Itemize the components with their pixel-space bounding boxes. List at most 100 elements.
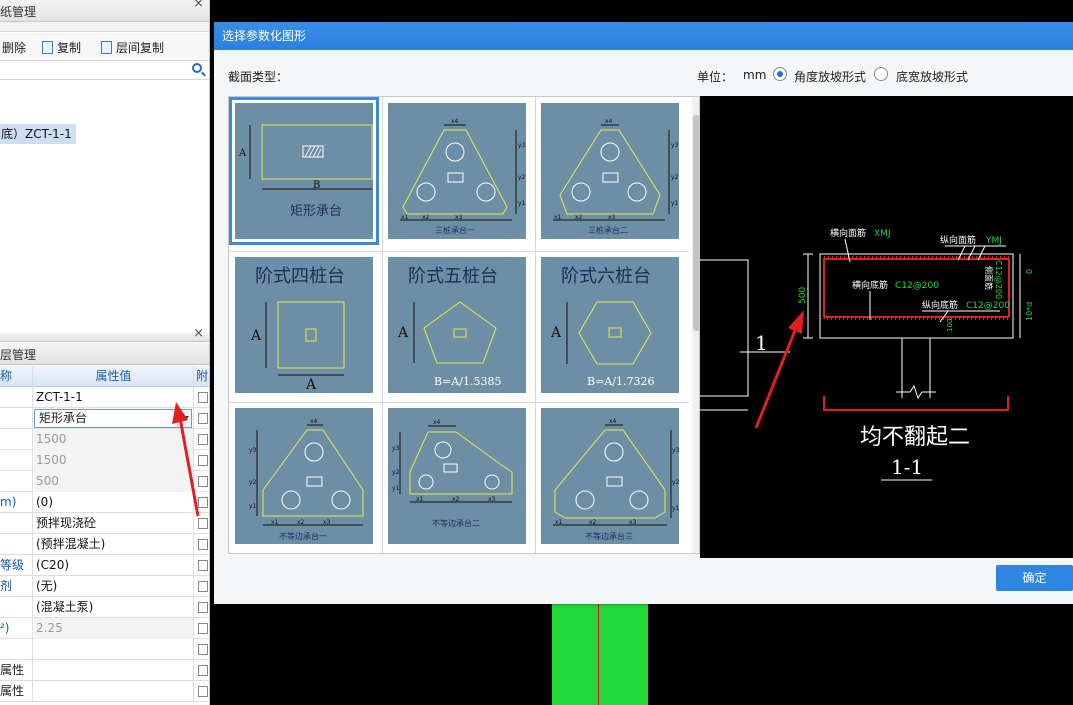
section-preview: 1 500 0 10*d 100 横向面筋 XMJ 纵向面筋 YMJ 横向底筋 …: [700, 96, 1073, 558]
checkbox[interactable]: [198, 665, 208, 676]
property-row[interactable]: ²) 2.25: [0, 618, 209, 639]
property-value[interactable]: 1500: [34, 450, 193, 471]
shape-unequal-3[interactable]: x4 y3 y2 y1 x1 x2 x3 不等边承台三: [535, 402, 685, 550]
property-extra: [193, 429, 209, 450]
property-row[interactable]: 等级 (C20): [0, 555, 209, 576]
property-value[interactable]: 1500: [34, 429, 193, 450]
shape-step-four-pile[interactable]: 阶式四桩台 A A: [229, 251, 379, 399]
property-grid-header: 称 属性值 附: [0, 366, 209, 387]
dim-x1: x1: [554, 214, 562, 221]
copy-button[interactable]: 复制: [42, 39, 81, 56]
dim-y1: y1: [671, 200, 679, 207]
checkbox[interactable]: [198, 539, 208, 550]
checkbox[interactable]: [198, 476, 208, 487]
checkbox[interactable]: [198, 518, 208, 529]
property-row[interactable]: 预拌现浇砼: [0, 513, 209, 534]
checkbox[interactable]: [198, 644, 208, 655]
dim-x2: x2: [575, 214, 583, 221]
property-row[interactable]: 剂 (无): [0, 576, 209, 597]
toolbar: 删除 复制 层间复制: [0, 33, 209, 61]
property-value[interactable]: (0): [34, 492, 193, 513]
ok-button[interactable]: 确定: [996, 565, 1073, 591]
rect-cap-caption: 矩形承台: [290, 204, 342, 219]
search-icon[interactable]: [192, 63, 202, 73]
dim-y2: y2: [671, 174, 679, 181]
step6-caption: 阶式六桩台: [561, 266, 651, 287]
shape-unequal-1[interactable]: x4 y3 y2 y1 x1 x2 x3 不等边承台一: [229, 402, 379, 550]
close-icon[interactable]: ×: [193, 326, 204, 341]
preview-long-bottom-code: C12@200: [966, 301, 1010, 311]
rect-cap-thumbnail: A B 矩形承台: [235, 103, 373, 239]
checkbox[interactable]: [198, 392, 208, 403]
shape-unequal-2[interactable]: x4 y3 y2 y1 x1 x2 x3 不等边承台二: [382, 402, 532, 550]
property-value[interactable]: 2.25: [34, 618, 193, 639]
property-row[interactable]: (混凝土泵): [0, 597, 209, 618]
radio-angle-slope-label[interactable]: 角度放坡形式: [794, 68, 866, 85]
property-value[interactable]: 500: [34, 471, 193, 492]
floor-copy-button[interactable]: 层间复制: [101, 39, 164, 56]
dim-x1: x1: [416, 496, 424, 503]
search-input[interactable]: [0, 62, 209, 80]
close-icon[interactable]: ×: [193, 0, 204, 11]
property-row[interactable]: 500: [0, 471, 209, 492]
delete-label: 删除: [2, 41, 27, 55]
preview-cover-bottom: 100: [946, 319, 954, 332]
property-row[interactable]: 1500: [0, 450, 209, 471]
checkbox[interactable]: [198, 602, 208, 613]
radio-width-slope-label[interactable]: 底宽放坡形式: [896, 68, 968, 85]
gallery-scrollbar[interactable]: [692, 97, 699, 553]
checkbox[interactable]: [198, 413, 208, 424]
checkbox[interactable]: [198, 434, 208, 445]
property-row[interactable]: [0, 639, 209, 660]
step5-caption: 阶式五桩台: [408, 266, 498, 287]
checkbox[interactable]: [198, 560, 208, 571]
property-value[interactable]: [34, 660, 193, 681]
tree-item-zct[interactable]: 底）ZCT-1-1: [0, 124, 76, 144]
property-extra: [193, 450, 209, 471]
checkbox[interactable]: [198, 497, 208, 508]
preview-long-bottom-label: 纵向底筋: [922, 299, 958, 311]
property-row[interactable]: m) (0): [0, 492, 209, 513]
shape-step-five-pile[interactable]: 阶式五桩台 A B=A/1.5385: [382, 251, 532, 399]
preview-height: 500: [798, 287, 808, 304]
rect-dim-a: A: [238, 148, 247, 159]
preview-cover-side: 10*d: [1025, 302, 1034, 321]
shape-step-six-pile[interactable]: 阶式六桩台 A B=A/1.7326: [535, 251, 685, 399]
property-row[interactable]: 属性: [0, 660, 209, 681]
delete-button[interactable]: 删除: [2, 39, 26, 56]
property-value[interactable]: ZCT-1-1: [34, 387, 193, 408]
property-row[interactable]: (预拌混凝土): [0, 534, 209, 555]
property-value[interactable]: [34, 639, 193, 660]
checkbox[interactable]: [198, 686, 208, 697]
property-value[interactable]: (C20): [34, 555, 193, 576]
unequal-1-thumbnail: x4 y3 y2 y1 x1 x2 x3 不等边承台一: [235, 408, 373, 544]
property-row[interactable]: 属性: [0, 681, 209, 702]
property-value[interactable]: (混凝土泵): [34, 597, 193, 618]
shape-three-pile-1[interactable]: x4 y3 y2 y1 x1 x2 x3 三桩承台一: [382, 97, 532, 245]
property-row[interactable]: ZCT-1-1: [0, 387, 209, 408]
checkbox[interactable]: [198, 455, 208, 466]
checkbox[interactable]: [198, 623, 208, 634]
three-pile-2-caption: 三桩承台二: [588, 225, 628, 235]
property-row[interactable]: 1500: [0, 429, 209, 450]
shape-rect-cap[interactable]: A B 矩形承台: [229, 97, 379, 245]
property-name: [0, 408, 33, 429]
property-name: 剂: [0, 576, 33, 597]
radio-width-slope[interactable]: [874, 67, 888, 81]
property-name: [0, 429, 33, 450]
checkbox[interactable]: [198, 581, 208, 592]
property-value[interactable]: (无): [34, 576, 193, 597]
three-pile-1-caption: 三桩承台一: [435, 225, 475, 235]
property-value[interactable]: [34, 681, 193, 702]
shape-three-pile-2[interactable]: x4 y3 y2 y1 x1 x2 x3 三桩承台二: [535, 97, 685, 245]
property-row[interactable]: 矩形承台: [0, 408, 209, 429]
chevron-down-icon[interactable]: [177, 410, 191, 427]
gallery-scroll-thumb[interactable]: [693, 115, 699, 331]
col-name-header: 称: [0, 366, 33, 387]
property-extra: [193, 471, 209, 492]
dialog-title: 选择参数化图形: [214, 22, 1073, 50]
property-value[interactable]: (预拌混凝土): [34, 534, 193, 555]
shape-type-dropdown[interactable]: 矩形承台: [34, 409, 192, 428]
property-value[interactable]: 预拌现浇砼: [34, 513, 193, 534]
radio-angle-slope[interactable]: [773, 67, 787, 81]
